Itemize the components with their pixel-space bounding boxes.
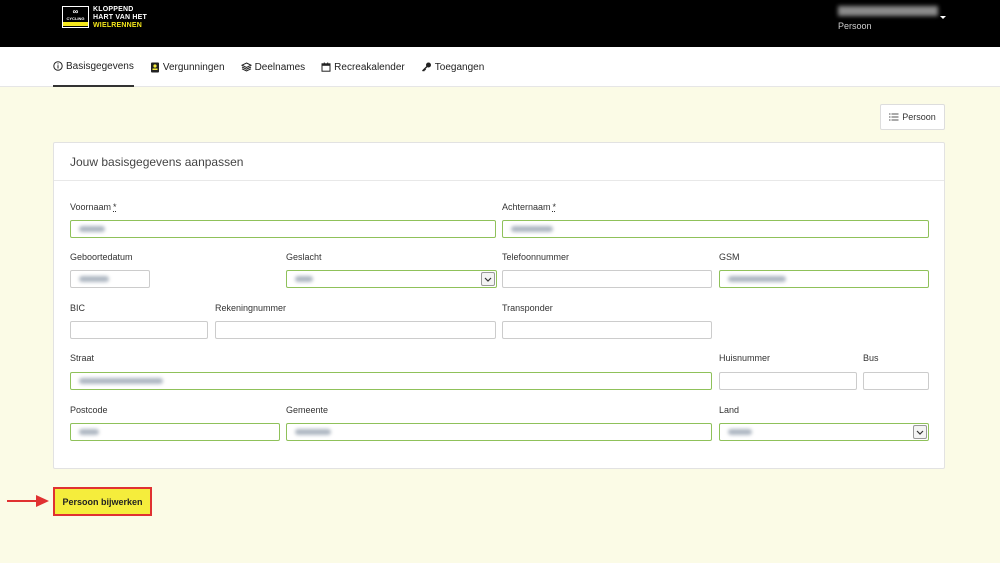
gsm-label: GSM <box>719 252 740 262</box>
basisgegevens-card: Jouw basisgegevens aanpassen Voornaam * A… <box>53 142 945 469</box>
tab-deelnames[interactable]: Deelnames <box>240 47 306 87</box>
geslacht-label: Geslacht <box>286 252 322 262</box>
redacted-value <box>728 429 752 435</box>
top-bar: ∞ CYCLING KLOPPEND HART VAN HET WIELRENN… <box>0 0 1000 47</box>
persoon-bijwerken-button[interactable]: Persoon bijwerken <box>53 487 152 516</box>
user-menu[interactable]: Persoon <box>838 6 946 31</box>
voornaam-input[interactable] <box>70 220 496 238</box>
land-label: Land <box>719 405 740 415</box>
card-title: Jouw basisgegevens aanpassen <box>54 143 944 181</box>
redacted-value <box>295 276 313 282</box>
tab-label: Vergunningen <box>162 61 225 73</box>
tab-basisgegevens[interactable]: Basisgegevens <box>53 47 134 87</box>
straat-label: Straat <box>70 353 95 363</box>
gsm-input[interactable] <box>719 270 929 288</box>
tab-label: Basisgegevens <box>66 60 134 72</box>
user-name-redacted <box>838 6 938 16</box>
bus-label: Bus <box>863 353 879 363</box>
geboortedatum-input[interactable] <box>70 270 150 288</box>
geboortedatum-label: Geboortedatum <box>70 252 133 262</box>
rekeningnummer-input[interactable] <box>215 321 496 339</box>
logo-text: KLOPPEND HART VAN HET WIELRENNEN <box>93 6 147 30</box>
calendar-icon <box>321 62 331 72</box>
gemeente-label: Gemeente <box>286 405 329 415</box>
tab-toegangen[interactable]: Toegangen <box>421 47 485 87</box>
logo-line-2: HART VAN HET <box>93 14 147 21</box>
nav-tabs: Basisgegevens Vergunningen Deelnames Rec… <box>53 47 500 87</box>
bic-input[interactable] <box>70 321 208 339</box>
tab-vergunningen[interactable]: Vergunningen <box>150 47 225 87</box>
postcode-input[interactable] <box>70 423 280 441</box>
tab-label: Recreakalender <box>334 61 405 73</box>
required-mark: * <box>113 202 117 212</box>
redacted-value <box>79 429 99 435</box>
logo-mark: ∞ CYCLING <box>62 6 89 28</box>
achternaam-label-text: Achternaam <box>502 202 551 212</box>
logo-line-1: KLOPPEND <box>93 6 134 13</box>
redacted-value <box>511 226 553 232</box>
gemeente-input[interactable] <box>286 423 712 441</box>
achternaam-label: Achternaam * <box>502 202 556 212</box>
redacted-value <box>79 226 105 232</box>
logo-line-3: WIELRENNEN <box>93 22 143 29</box>
voornaam-label: Voornaam * <box>70 202 117 212</box>
logo-mark-text: CYCLING <box>66 16 85 21</box>
tab-recreakalender[interactable]: Recreakalender <box>321 47 405 87</box>
user-role: Persoon <box>838 21 872 31</box>
redacted-value <box>295 429 331 435</box>
rekeningnummer-label: Rekeningnummer <box>215 303 287 313</box>
logo-glyph: ∞ <box>72 7 79 16</box>
layers-icon <box>240 62 252 72</box>
transponder-label: Transponder <box>502 303 553 313</box>
telefoonnummer-label: Telefoonnummer <box>502 252 570 262</box>
voornaam-label-text: Voornaam <box>70 202 112 212</box>
list-icon <box>889 113 899 121</box>
tab-label: Toegangen <box>434 61 485 73</box>
id-card-icon <box>150 62 159 72</box>
logo-band <box>63 22 88 26</box>
bic-label: BIC <box>70 303 86 313</box>
nav-bar: Basisgegevens Vergunningen Deelnames Rec… <box>0 47 1000 87</box>
key-icon <box>421 62 431 72</box>
persoon-button[interactable]: Persoon <box>880 104 945 130</box>
redacted-value <box>728 276 786 282</box>
persoon-button-label: Persoon <box>902 112 936 122</box>
geslacht-select[interactable] <box>286 270 497 288</box>
redacted-value <box>79 276 109 282</box>
logo[interactable]: ∞ CYCLING KLOPPEND HART VAN HET WIELRENN… <box>62 6 147 30</box>
bus-input[interactable] <box>863 372 929 390</box>
redacted-value <box>79 378 163 384</box>
transponder-input[interactable] <box>502 321 712 339</box>
land-select[interactable] <box>719 423 929 441</box>
chevron-down-icon <box>913 425 927 439</box>
info-icon <box>53 61 63 71</box>
chevron-down-icon <box>481 272 495 286</box>
annotation-arrow-icon <box>7 495 49 507</box>
huisnummer-label: Huisnummer <box>719 353 771 363</box>
achternaam-input[interactable] <box>502 220 929 238</box>
required-mark: * <box>552 202 557 212</box>
caret-down-icon <box>940 16 946 19</box>
telefoonnummer-input[interactable] <box>502 270 712 288</box>
straat-input[interactable] <box>70 372 712 390</box>
postcode-label: Postcode <box>70 405 108 415</box>
tab-label: Deelnames <box>254 61 306 73</box>
huisnummer-input[interactable] <box>719 372 857 390</box>
